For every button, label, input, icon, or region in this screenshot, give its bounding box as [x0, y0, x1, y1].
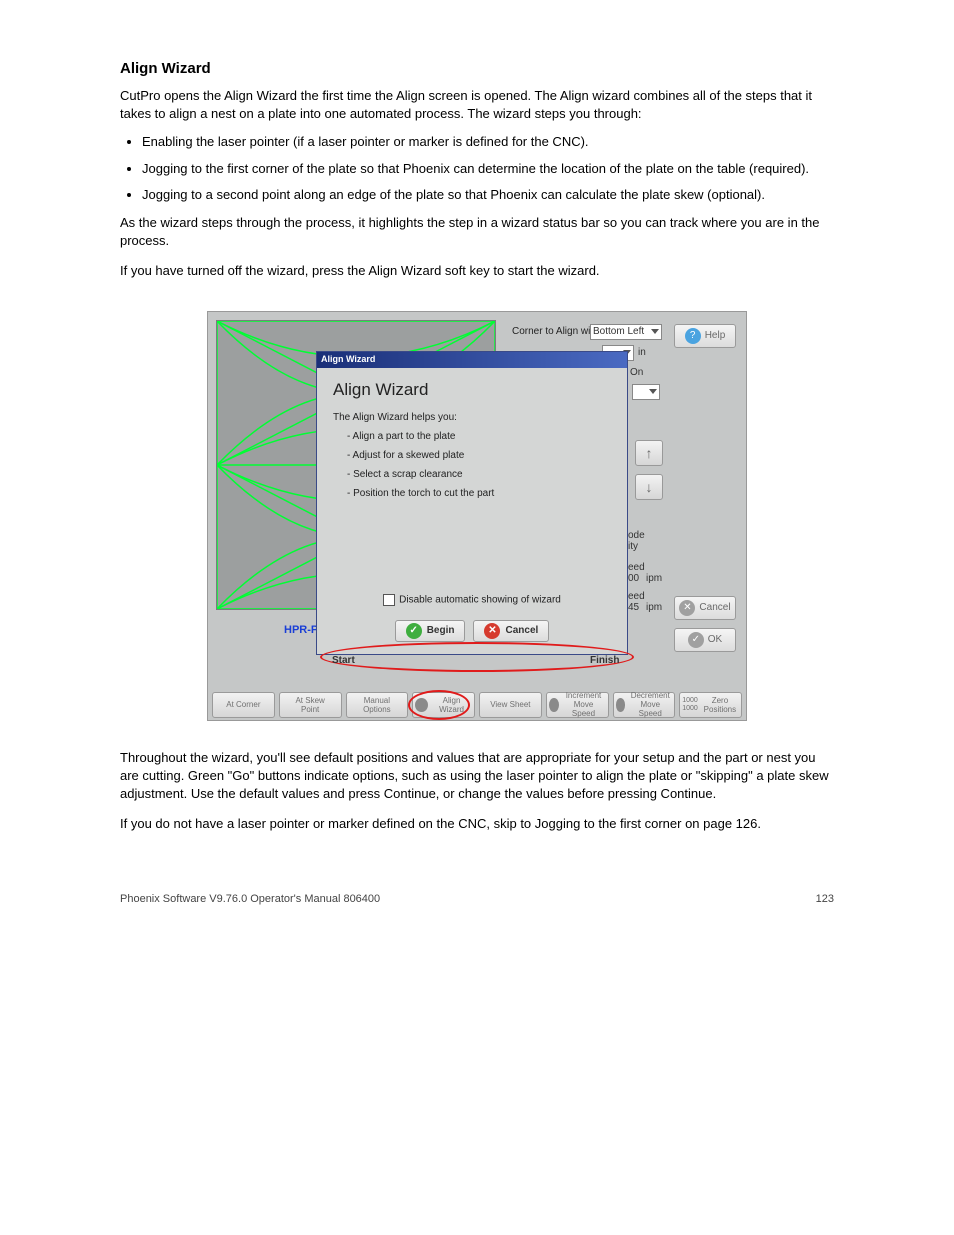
- bullet-1: Enabling the laser pointer (if a laser p…: [142, 133, 834, 151]
- begin-button[interactable]: ✓ Begin: [395, 620, 466, 642]
- after-list-paragraph: As the wizard steps through the process,…: [120, 214, 834, 250]
- if-off-paragraph: If you have turned off the wizard, press…: [120, 262, 834, 280]
- footer-page-number: 123: [816, 893, 834, 905]
- cancel-button[interactable]: ✕ Cancel: [674, 596, 736, 620]
- ok-button-label: OK: [708, 634, 722, 645]
- help-button[interactable]: ? Help: [674, 324, 736, 348]
- mode-text: ode: [628, 530, 645, 541]
- help-icon: ?: [685, 328, 701, 344]
- dialog-b4: - Position the torch to cut the part: [347, 488, 611, 499]
- dialog-heading: Align Wizard: [333, 380, 611, 400]
- tool-at-skew[interactable]: At Skew Point: [279, 692, 342, 718]
- tool-zero-label: Zero Positions: [701, 696, 739, 714]
- tool-dec-icon: [616, 698, 626, 712]
- bullet-3: Jogging to a second point along an edge …: [142, 186, 834, 204]
- tool-at-corner[interactable]: At Corner: [212, 692, 275, 718]
- unit-in: in: [638, 347, 646, 358]
- speed2-val: 45: [628, 602, 639, 613]
- callout-ellipse-statusbar: [320, 642, 634, 672]
- small-combo[interactable]: [632, 384, 660, 400]
- tool-view-sheet[interactable]: View Sheet: [479, 692, 542, 718]
- dialog-cancel-button[interactable]: ✕ Cancel: [473, 620, 549, 642]
- screenshot-align-wizard: HPR-P Corner to Align with Bottom Left i…: [207, 311, 747, 721]
- cancel-button-label: Cancel: [699, 602, 730, 613]
- speed2-label: eed: [628, 591, 645, 602]
- tool-manual-options-label: Manual Options: [355, 696, 399, 714]
- dialog-titlebar: Align Wizard: [317, 352, 627, 368]
- dialog-disable-checkbox[interactable]: [383, 594, 395, 606]
- ok-button[interactable]: ✓ OK: [674, 628, 736, 652]
- speed1-label: eed: [628, 562, 645, 573]
- tool-inc-label: Increment Move Speed: [562, 691, 606, 718]
- dialog-disable-label: Disable automatic showing of wizard: [399, 594, 561, 605]
- align-wizard-dialog: Align Wizard Align Wizard The Align Wiza…: [316, 351, 628, 655]
- tool-align-wizard-label: Align Wizard: [431, 696, 472, 714]
- ok-icon: ✓: [688, 632, 704, 648]
- hpr-label: HPR-P: [284, 624, 318, 636]
- arrow-up-icon: ↑: [646, 445, 653, 461]
- tool-view-sheet-label: View Sheet: [490, 700, 530, 709]
- dialog-b3: - Select a scrap clearance: [347, 469, 611, 480]
- corner-align-combo[interactable]: Bottom Left: [590, 324, 662, 340]
- speed1-val: 00: [628, 573, 639, 584]
- arrow-down-button[interactable]: ↓: [635, 474, 663, 500]
- dialog-cancel-label: Cancel: [505, 625, 538, 636]
- arrow-down-icon: ↓: [646, 479, 653, 495]
- section-heading: Align Wizard: [120, 60, 834, 77]
- speed2-unit: ipm: [646, 602, 662, 613]
- corner-align-label: Corner to Align with: [512, 326, 599, 337]
- speed1-unit: ipm: [646, 573, 662, 584]
- laser-on-label: On: [630, 367, 643, 378]
- tool-at-skew-label: At Skew Point: [288, 696, 332, 714]
- dialog-disable-row[interactable]: Disable automatic showing of wizard: [317, 594, 627, 606]
- tool-at-corner-label: At Corner: [226, 700, 260, 709]
- tool-manual-options[interactable]: Manual Options: [346, 692, 409, 718]
- tool-zero-positions[interactable]: 10001000 Zero Positions: [679, 692, 742, 718]
- dialog-b1: - Align a part to the plate: [347, 431, 611, 442]
- tool-dec-speed[interactable]: Decrement Move Speed: [613, 692, 676, 718]
- begin-icon: ✓: [406, 623, 422, 639]
- arrow-up-button[interactable]: ↑: [635, 440, 663, 466]
- ity-text: ity: [628, 541, 638, 552]
- tool-zero-nums: 10001000: [682, 697, 698, 713]
- tool-inc-speed[interactable]: Increment Move Speed: [546, 692, 609, 718]
- cancel-icon: ✕: [679, 600, 695, 616]
- intro-bullets: Enabling the laser pointer (if a laser p…: [142, 133, 834, 204]
- tool-inc-icon: [549, 698, 559, 712]
- after-screenshot-p2: If you do not have a laser pointer or ma…: [120, 815, 834, 833]
- footer-doc-title: Phoenix Software V9.76.0 Operator's Manu…: [120, 893, 380, 905]
- bullet-2: Jogging to the first corner of the plate…: [142, 160, 834, 178]
- tool-align-wizard-icon: [415, 698, 428, 712]
- help-button-label: Help: [705, 330, 726, 341]
- finish-label: Finish: [590, 655, 619, 666]
- bottom-toolbar: At Corner At Skew Point Manual Options A…: [208, 690, 746, 720]
- after-screenshot-p1: Throughout the wizard, you'll see defaul…: [120, 749, 834, 804]
- dialog-cancel-icon: ✕: [484, 623, 500, 639]
- tool-dec-label: Decrement Move Speed: [628, 691, 672, 718]
- tool-align-wizard[interactable]: Align Wizard: [412, 692, 475, 718]
- dialog-b2: - Adjust for a skewed plate: [347, 450, 611, 461]
- intro-paragraph: CutPro opens the Align Wizard the first …: [120, 87, 834, 123]
- start-label: Start: [332, 655, 355, 666]
- begin-button-label: Begin: [427, 625, 455, 636]
- dialog-helps: The Align Wizard helps you:: [333, 412, 611, 423]
